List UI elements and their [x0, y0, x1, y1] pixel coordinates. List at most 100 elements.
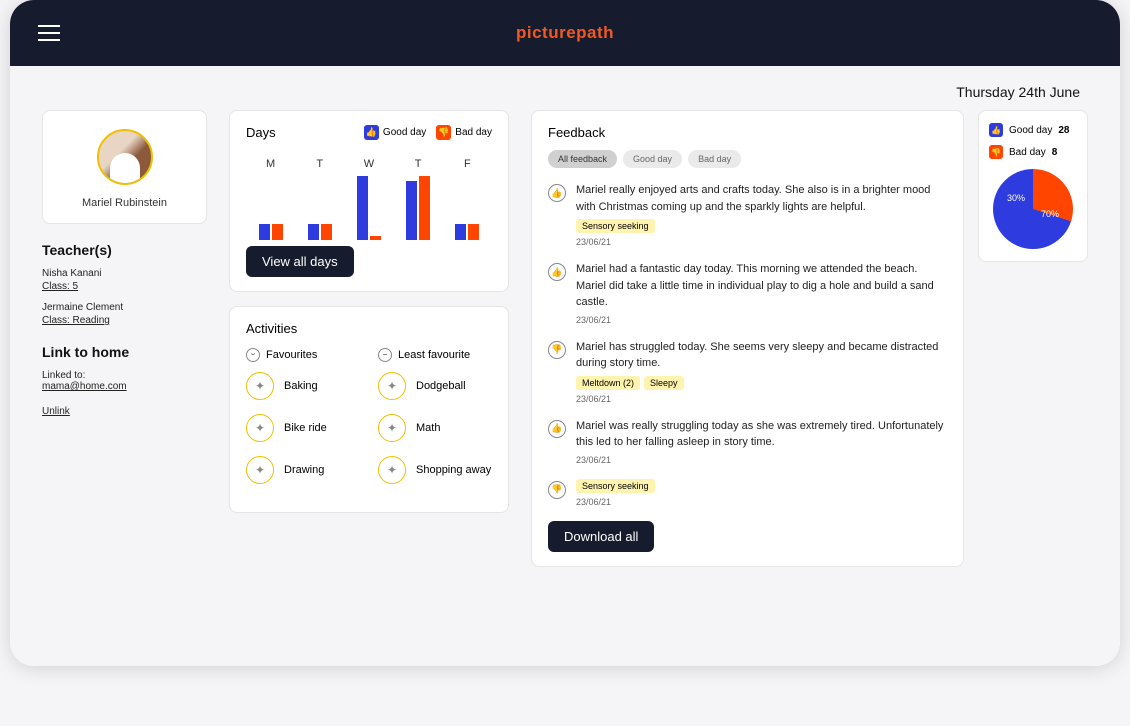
stats-card: 👍 Good day 28 👎 Bad day 8 30% 70% [978, 110, 1088, 262]
chart-day-column: F [447, 158, 487, 240]
activities-title: Activities [246, 321, 492, 336]
feedback-tag: Sleepy [644, 376, 684, 390]
feedback-tag: Sensory seeking [576, 219, 655, 233]
days-chart: MTWTF [246, 150, 492, 240]
unlink-link[interactable]: Unlink [42, 406, 207, 417]
chart-bar [455, 224, 466, 240]
feedback-date: 23/06/21 [576, 455, 947, 465]
feedback-date: 23/06/21 [576, 497, 947, 507]
activity-icon: ✦ [246, 456, 274, 484]
feedback-item: 👎 Sensory seeking 23/06/21 [548, 479, 947, 507]
activity-label: Dodgeball [416, 380, 466, 392]
activity-label: Bike ride [284, 422, 327, 434]
current-date: Thursday 24th June [42, 84, 1088, 100]
feedback-item: 👍 Mariel was really struggling today as s… [548, 418, 947, 465]
feedback-tag: Meltdown (2) [576, 376, 640, 390]
activities-card: Activities ⌣ Favourites ✦ Baking ✦ Bike rid… [229, 306, 509, 513]
activity-label: Drawing [284, 464, 324, 476]
chart-day-label: T [316, 158, 323, 170]
chart-bar [272, 224, 283, 240]
thumbs-down-icon: 👎 [436, 125, 451, 140]
feedback-text: Mariel was really struggling today as sh… [576, 418, 947, 451]
menu-icon[interactable] [38, 25, 60, 41]
topbar: picturepath [10, 0, 1120, 66]
least-favourite-label: Least favourite [398, 349, 470, 361]
profile-name: Mariel Rubinstein [53, 197, 196, 209]
brand-logo: picturepath [516, 23, 614, 43]
feedback-filters: All feedback Good day Bad day [548, 150, 947, 168]
days-card: Days 👍 Good day 👎 Bad day M [229, 110, 509, 292]
feedback-filter-pill[interactable]: Bad day [688, 150, 741, 168]
feedback-text: Mariel really enjoyed arts and crafts to… [576, 182, 947, 215]
feedback-text: Mariel had a fantastic day today. This m… [576, 261, 947, 311]
favourites-label: Favourites [266, 349, 317, 361]
activity-item: ✦ Dodgeball [378, 372, 492, 400]
thumbs-down-icon: 👎 [989, 145, 1003, 159]
thumbs-up-icon: 👍 [989, 123, 1003, 137]
feedback-item: 👍 Mariel really enjoyed arts and crafts t… [548, 182, 947, 247]
chart-bar [308, 224, 319, 240]
bad-day-stat: 👎 Bad day 8 [989, 145, 1077, 159]
avatar [97, 129, 153, 185]
activity-icon: ✦ [378, 414, 406, 442]
activity-item: ✦ Math [378, 414, 492, 442]
chart-day-label: W [364, 158, 374, 170]
feedback-title: Feedback [548, 125, 947, 140]
chart-bar [406, 181, 417, 240]
teacher-item: Nisha Kanani Class: 5 [42, 268, 207, 292]
download-all-button[interactable]: Download all [548, 521, 654, 552]
chart-day-column: T [300, 158, 340, 240]
chart-day-label: M [266, 158, 275, 170]
feedback-date: 23/06/21 [576, 237, 947, 247]
feedback-item: 👎 Mariel has struggled today. She seems v… [548, 339, 947, 404]
activity-item: ✦ Bike ride [246, 414, 360, 442]
chart-bar [468, 224, 479, 240]
thumbs-up-icon: 👍 [548, 420, 566, 438]
teacher-item: Jermaine Clement Class: Reading [42, 302, 207, 326]
activity-icon: ✦ [378, 372, 406, 400]
thumbs-down-icon: 👎 [548, 341, 566, 359]
feedback-filter-pill[interactable]: Good day [623, 150, 682, 168]
profile-card: Mariel Rubinstein [42, 110, 207, 224]
days-legend: 👍 Good day 👎 Bad day [364, 125, 492, 140]
feedback-card: Feedback All feedback Good day Bad day 👍 Ma… [531, 110, 964, 567]
activity-item: ✦ Baking [246, 372, 360, 400]
thumbs-up-icon: 👍 [364, 125, 379, 140]
sad-face-icon: ⌢ [378, 348, 392, 362]
link-home-heading: Link to home [42, 344, 207, 360]
good-bad-pie-chart: 30% 70% [993, 169, 1073, 249]
activity-item: ✦ Shopping away [378, 456, 492, 484]
view-all-days-button[interactable]: View all days [246, 246, 354, 277]
chart-bar [321, 224, 332, 240]
chart-day-column: M [251, 158, 291, 240]
chart-bar [419, 176, 430, 240]
thumbs-down-icon: 👎 [548, 481, 566, 499]
feedback-filter-pill[interactable]: All feedback [548, 150, 617, 168]
activity-label: Math [416, 422, 440, 434]
feedback-item: 👍 Mariel had a fantastic day today. This … [548, 261, 947, 325]
activity-icon: ✦ [246, 414, 274, 442]
chart-day-label: F [464, 158, 471, 170]
happy-face-icon: ⌣ [246, 348, 260, 362]
thumbs-up-icon: 👍 [548, 184, 566, 202]
chart-bar [370, 236, 381, 240]
activity-label: Shopping away [416, 464, 491, 476]
thumbs-up-icon: 👍 [548, 263, 566, 281]
feedback-date: 23/06/21 [576, 315, 947, 325]
linked-email[interactable]: mama@home.com [42, 381, 207, 392]
chart-day-column: W [349, 158, 389, 240]
good-day-stat: 👍 Good day 28 [989, 123, 1077, 137]
chart-day-column: T [398, 158, 438, 240]
chart-day-label: T [415, 158, 422, 170]
feedback-text: Mariel has struggled today. She seems ve… [576, 339, 947, 372]
teachers-heading: Teacher(s) [42, 242, 207, 258]
activity-label: Baking [284, 380, 318, 392]
days-title: Days [246, 125, 276, 140]
activity-item: ✦ Drawing [246, 456, 360, 484]
activity-icon: ✦ [378, 456, 406, 484]
chart-bar [259, 224, 270, 240]
chart-bar [357, 176, 368, 240]
activity-icon: ✦ [246, 372, 274, 400]
linked-to-label: Linked to: [42, 370, 207, 381]
feedback-tag: Sensory seeking [576, 479, 655, 493]
